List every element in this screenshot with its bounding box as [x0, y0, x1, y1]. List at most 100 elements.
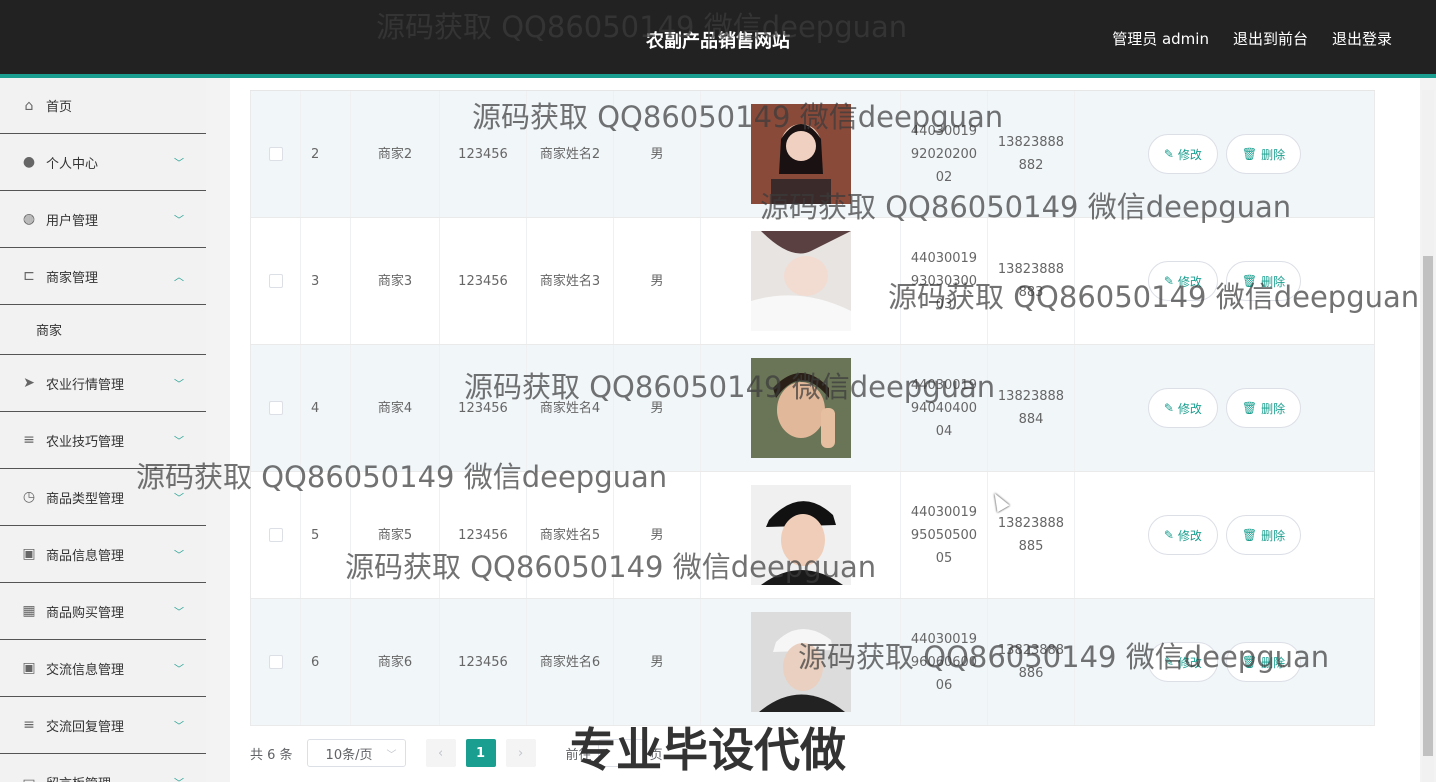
edit-icon: ✎: [1163, 401, 1174, 415]
sidebar-item-user-management[interactable]: ◍ 用户管理 ﹀: [0, 191, 206, 248]
merchant-avatar: [750, 358, 851, 458]
delete-button[interactable]: 🗑 删除: [1225, 515, 1302, 555]
row-checkbox[interactable]: [268, 655, 283, 669]
main-content: 2 商家2 123456 商家姓名2 男 44030019 92020200 02 …: [230, 78, 1420, 782]
merchant-password: 123456: [440, 599, 527, 725]
id-card-line: 05: [935, 550, 953, 566]
id-card-line: 96060600: [910, 654, 978, 670]
merchant-password: 123456: [440, 345, 527, 471]
sidebar-item-message-board-management[interactable]: ▭ 留言板管理 ﹀: [0, 754, 206, 782]
sidebar-item-product-info-management[interactable]: ▣ 商品信息管理 ﹀: [0, 526, 206, 583]
merchant-table: 2 商家2 123456 商家姓名2 男 44030019 92020200 02 …: [250, 90, 1375, 726]
prev-page-button[interactable]: ‹: [425, 739, 456, 767]
page-scrollbar[interactable]: [1422, 90, 1434, 782]
edit-button[interactable]: ✎ 修改: [1147, 134, 1218, 174]
merchant-account: 商家2: [351, 91, 440, 217]
merchant-sex: 男: [614, 218, 701, 344]
top-header: 农副产品销售网站 管理员 admin 退出到前台 退出登录: [0, 0, 1436, 78]
chevron-down-icon: ﹀: [174, 664, 184, 676]
sidebar-item-home[interactable]: ⌂ 首页: [0, 78, 206, 134]
merchant-name: 商家姓名3: [527, 218, 614, 344]
merchant-avatar: [750, 612, 851, 712]
id-card-line: 06: [935, 677, 953, 693]
sidebar-item-exchange-info-management[interactable]: ▣ 交流信息管理 ﹀: [0, 640, 206, 697]
merchant-sex: 男: [614, 599, 701, 725]
edit-button[interactable]: ✎ 修改: [1147, 388, 1218, 428]
merchant-avatar: [750, 231, 851, 331]
delete-button[interactable]: 🗑 删除: [1225, 261, 1302, 301]
sidebar-item-skills-management[interactable]: ≡ 农业技巧管理 ﹀: [0, 412, 206, 469]
grid-icon: ▦: [22, 603, 36, 619]
delete-button[interactable]: 🗑 删除: [1225, 642, 1302, 682]
home-icon: ⌂: [24, 97, 34, 114]
sidebar-item-market-management[interactable]: ➤ 农业行情管理 ﹀: [0, 355, 206, 412]
sidebar-item-label: 首页: [46, 100, 73, 115]
merchant-password: 123456: [440, 218, 527, 344]
sidebar-item-label: 农业行情管理: [46, 377, 125, 393]
sidebar-item-label: 交流回复管理: [46, 719, 125, 735]
phone-line: 13823888: [997, 643, 1065, 658]
chevron-down-icon: ﹀: [174, 158, 184, 170]
edit-button[interactable]: ✎ 修改: [1147, 642, 1218, 682]
goto-page-input[interactable]: [597, 739, 644, 767]
clipboard-check-icon: ▣: [22, 660, 36, 676]
merchant-name: 商家姓名2: [527, 91, 614, 217]
sidebar-item-label: 用户管理: [46, 213, 99, 229]
sidebar-item-purchase-management[interactable]: ▦ 商品购买管理 ﹀: [0, 583, 206, 640]
phone-line: 883: [1018, 285, 1044, 300]
id-card-line: 02: [935, 169, 953, 185]
total-count: 共 6 条: [250, 747, 293, 763]
trash-icon: 🗑: [1241, 274, 1258, 288]
sidebar-item-label: 商品类型管理: [46, 491, 125, 507]
delete-button[interactable]: 🗑 删除: [1225, 134, 1302, 174]
sidebar-item-merchant-management[interactable]: ⊏ 商家管理 ︿: [0, 248, 206, 305]
edit-button[interactable]: ✎ 修改: [1147, 515, 1218, 555]
phone-line: 13823888: [997, 135, 1065, 150]
sidebar-item-reply-management[interactable]: ≡ 交流回复管理 ﹀: [0, 697, 206, 754]
chevron-down-icon: ﹀: [174, 215, 184, 227]
phone-line: 884: [1018, 412, 1044, 427]
admin-label[interactable]: 管理员 admin: [1112, 28, 1209, 49]
id-card-line: 44030019: [910, 250, 978, 266]
merchant-account: 商家4: [351, 345, 440, 471]
sidebar-item-label: 商家管理: [46, 270, 99, 286]
row-checkbox[interactable]: [268, 147, 283, 161]
page-number[interactable]: 1: [465, 739, 496, 767]
row-index: 6: [301, 599, 351, 725]
sidebar-subitem-merchant[interactable]: 商家: [0, 305, 206, 355]
table-row: 5 商家5 123456 商家姓名5 男 44030019 95050500 05 …: [250, 472, 1375, 599]
exit-to-front-link[interactable]: 退出到前台: [1233, 28, 1308, 49]
sidebar-item-label: 农业技巧管理: [46, 434, 125, 450]
edit-icon: ✎: [1163, 274, 1174, 288]
row-index: 5: [301, 472, 351, 598]
row-index: 3: [301, 218, 351, 344]
message-icon: ▭: [22, 774, 36, 782]
sidebar: ⌂ 首页 ● 个人中心 ﹀ ◍ 用户管理 ﹀ ⊏ 商家管理 ︿ 商家 ➤ 农业行…: [0, 78, 206, 782]
row-checkbox[interactable]: [268, 528, 283, 542]
chevron-down-icon: ﹀: [174, 775, 184, 782]
merchant-account: 商家5: [351, 472, 440, 598]
trash-icon: 🗑: [1241, 655, 1258, 669]
next-page-button[interactable]: ›: [505, 739, 536, 767]
row-checkbox[interactable]: [268, 401, 283, 415]
header-actions: 管理员 admin 退出到前台 退出登录: [1112, 28, 1392, 49]
sidebar-item-label: 留言板管理: [46, 773, 111, 782]
chevron-down-icon: ﹀: [174, 436, 184, 448]
delete-button[interactable]: 🗑 删除: [1225, 388, 1302, 428]
logout-link[interactable]: 退出登录: [1332, 28, 1392, 49]
sidebar-item-product-type-management[interactable]: ◷ 商品类型管理 ﹀: [0, 469, 206, 526]
merchant-avatar: [750, 485, 851, 585]
edit-button[interactable]: ✎ 修改: [1147, 261, 1218, 301]
scrollbar-thumb[interactable]: [1423, 256, 1433, 756]
page-size-select[interactable]: 10条/页 ﹀: [306, 739, 406, 767]
merchant-sex: 男: [614, 472, 701, 598]
send-icon: ➤: [23, 375, 35, 391]
merchant-password: 123456: [440, 91, 527, 217]
row-index: 2: [301, 91, 351, 217]
sidebar-item-personal-center[interactable]: ● 个人中心 ﹀: [0, 134, 206, 191]
merchant-sex: 男: [614, 91, 701, 217]
pagination: 共 6 条 10条/页 ﹀ ‹ 1 › 前往 页: [250, 738, 663, 768]
row-checkbox[interactable]: [268, 274, 283, 288]
chevron-down-icon: ﹀: [174, 379, 184, 391]
phone-line: 886: [1018, 666, 1044, 681]
